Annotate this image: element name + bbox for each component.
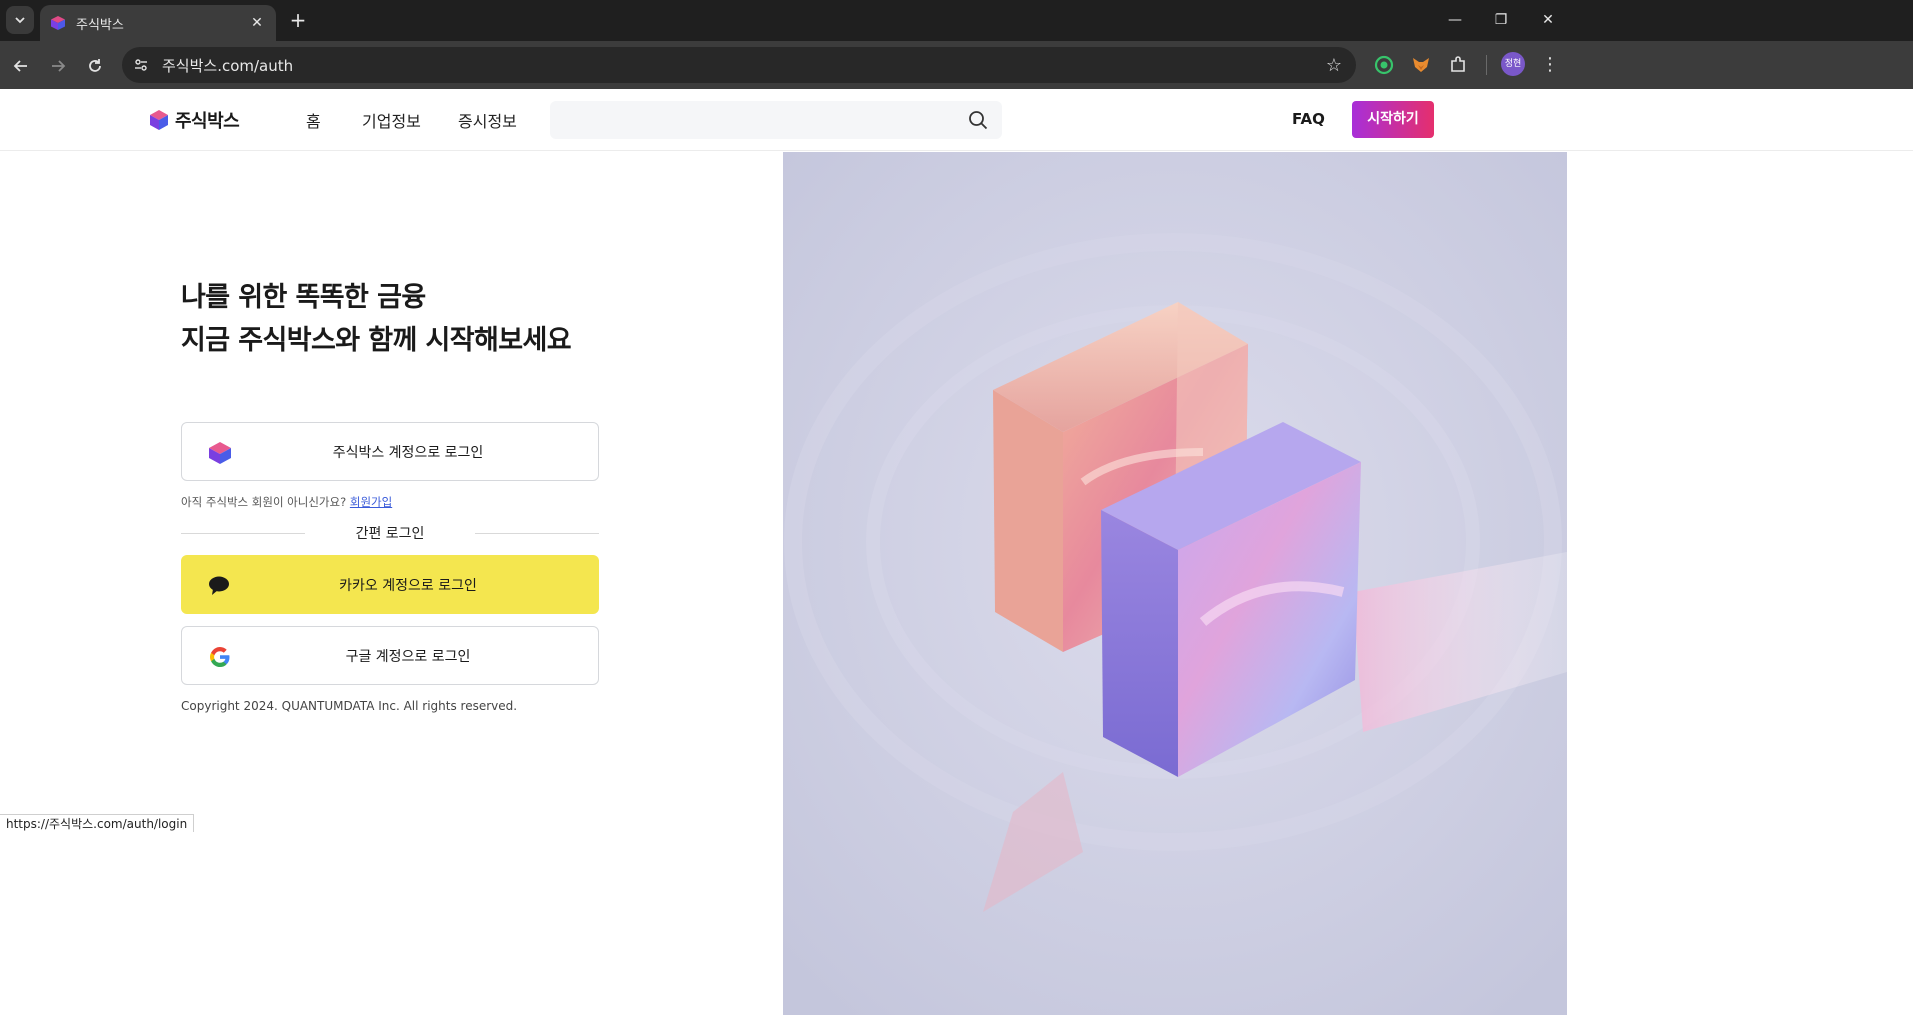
headline: 나를 위한 똑똑한 금융 지금 주식박스와 함께 시작해보세요 [181, 276, 572, 362]
cube-favicon-icon [51, 16, 65, 30]
chevron-down-icon [15, 17, 25, 24]
headline-line-1: 나를 위한 똑똑한 금융 [181, 282, 426, 313]
cube-logo-icon [150, 110, 168, 130]
signup-prompt-row: 아직 주식박스 회원이 아니신가요? 회원가입 [181, 494, 392, 510]
nav-company-info[interactable]: 기업정보 [362, 108, 421, 132]
search-icon[interactable] [968, 110, 988, 130]
browser-tab-bar: 주식박스 ✕ + — ❐ ✕ [0, 0, 1913, 41]
extension-ring-icon[interactable] [1372, 53, 1396, 77]
google-login-button[interactable]: 구글 계정으로 로그인 [181, 626, 599, 685]
url-text[interactable]: 주식박스.com/auth [162, 55, 1326, 76]
browser-toolbar: 주식박스.com/auth ☆ 정현 ⋮ [0, 41, 1913, 89]
site-header: 주식박스 홈 기업정보 증시정보 FAQ 시작하기 [0, 89, 1913, 151]
browser-tab-active[interactable]: 주식박스 ✕ [40, 5, 276, 41]
account-login-button[interactable]: 주식박스 계정으로 로그인 [181, 422, 599, 481]
signup-link[interactable]: 회원가입 [350, 495, 392, 509]
page-right-margin [1567, 152, 1913, 1015]
arrow-right-icon [52, 60, 66, 72]
google-login-label: 구글 계정으로 로그인 [345, 648, 471, 665]
logo-text: 주식박스 [175, 111, 240, 132]
kakao-login-label: 카카오 계정으로 로그인 [339, 577, 477, 594]
page: 주식박스 홈 기업정보 증시정보 FAQ 시작하기 나를 위한 똑똑한 금융 지… [0, 89, 1913, 1015]
bookmark-star-icon[interactable]: ☆ [1326, 55, 1342, 76]
forward-button[interactable] [45, 53, 71, 79]
extensions-puzzle-icon[interactable] [1446, 53, 1470, 77]
faq-link[interactable]: FAQ [1292, 110, 1325, 128]
tab-search-button[interactable] [6, 6, 34, 34]
copyright: Copyright 2024. QUANTUMDATA Inc. All rig… [181, 699, 518, 713]
tab-title: 주식박스 [76, 17, 124, 33]
nav-market-info[interactable]: 증시정보 [458, 108, 517, 132]
site-logo[interactable]: 주식박스 [149, 107, 240, 133]
account-login-label: 주식박스 계정으로 로그인 [332, 444, 484, 461]
search-input[interactable] [550, 101, 1002, 139]
easy-login-divider: 간편 로그인 [181, 523, 599, 543]
tab-close-icon[interactable]: ✕ [248, 15, 266, 31]
site-info-icon[interactable] [128, 52, 154, 78]
new-tab-button[interactable]: + [286, 8, 310, 32]
kakao-login-button[interactable]: 카카오 계정으로 로그인 [181, 555, 599, 614]
back-button[interactable] [8, 53, 34, 79]
speech-bubble-icon [209, 576, 229, 595]
profile-avatar[interactable]: 정현 [1501, 52, 1525, 76]
google-g-icon [210, 647, 230, 667]
headline-line-2: 지금 주식박스와 함께 시작해보세요 [181, 325, 572, 356]
address-bar[interactable]: 주식박스.com/auth ☆ [122, 47, 1356, 83]
link-status-tooltip: https://주식박스.com/auth/login [0, 814, 195, 832]
reload-icon [89, 59, 101, 72]
cube-logo-icon [209, 442, 231, 464]
minimize-button[interactable]: — [1440, 8, 1470, 32]
arrow-left-icon [13, 60, 27, 72]
divider-line-right [475, 533, 599, 534]
hero-glass-cubes-image [783, 152, 1567, 1015]
metamask-fox-icon[interactable] [1409, 53, 1433, 77]
signup-prompt: 아직 주식박스 회원이 아니신가요? [181, 495, 347, 509]
start-button[interactable]: 시작하기 [1352, 101, 1434, 138]
close-window-button[interactable]: ✕ [1533, 8, 1563, 32]
nav-home[interactable]: 홈 [306, 108, 321, 132]
toolbar-divider [1486, 55, 1487, 75]
reload-button[interactable] [82, 53, 108, 79]
restore-button[interactable]: ❐ [1486, 8, 1516, 32]
browser-menu-icon[interactable]: ⋮ [1540, 53, 1560, 77]
